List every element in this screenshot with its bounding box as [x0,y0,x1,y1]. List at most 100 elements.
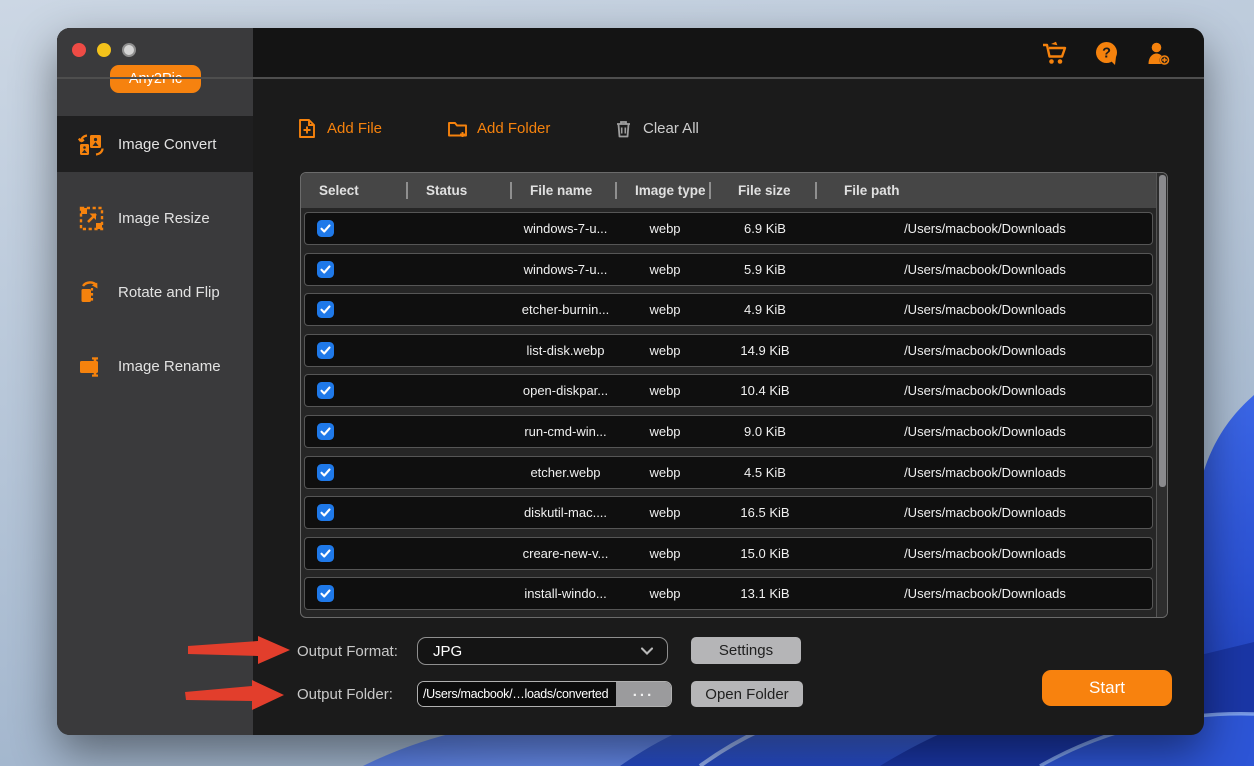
clear-all-button[interactable]: Clear All [613,112,699,144]
minimize-button[interactable] [97,43,111,57]
sidebar-item-rotate-and-flip[interactable]: Rotate and Flip [57,264,253,320]
window-controls [72,43,136,57]
open-folder-button[interactable]: Open Folder [691,681,803,707]
select-cell [305,220,409,237]
row-checkbox[interactable] [317,301,334,319]
table-body: windows-7-u... webp 6.9 KiB /Users/macbo… [301,208,1156,617]
row-checkbox[interactable] [317,463,334,481]
image-convert-icon [78,133,104,156]
file-size-cell: 16.5 KiB [740,505,790,521]
image-type-cell: webp [649,261,681,277]
close-button[interactable] [72,43,86,57]
sidebar-item-image-resize[interactable]: Image Resize [57,190,253,246]
table-row[interactable]: diskutil-mac.... webp 16.5 KiB /Users/ma… [304,496,1153,530]
file-size-cell: 14.9 KiB [740,342,790,358]
add-file-button[interactable]: Add File [297,112,382,144]
table-row[interactable]: run-cmd-win... webp 9.0 KiB /Users/macbo… [304,414,1153,448]
column-header-status: Status [408,173,512,208]
sidebar-item-label: Image Convert [118,135,217,153]
row-checkbox[interactable] [317,260,334,278]
select-cell [305,301,409,319]
scrollbar-thumb[interactable] [1158,175,1166,487]
desktop: Any2Pic Image Convert Image Resize Rotat… [0,0,1254,766]
output-format-select[interactable]: JPG [417,637,668,665]
row-checkbox[interactable] [317,422,334,440]
file-path-cell: /Users/macbook/Downloads [904,464,1066,480]
select-cell [305,382,409,400]
app-logo-badge: Any2Pic [110,65,201,93]
check-icon [320,589,331,598]
file-name-cell: creare-new-v... [522,545,609,561]
app-window: Any2Pic Image Convert Image Resize Rotat… [57,28,1204,735]
clear-all-label: Clear All [643,119,699,137]
table-row[interactable]: list-disk.webp webp 14.9 KiB /Users/macb… [304,333,1153,367]
file-size-cell: 10.4 KiB [740,383,790,399]
select-cell [305,463,409,481]
file-name-cell: run-cmd-win... [524,423,607,439]
file-path-cell: /Users/macbook/Downloads [904,383,1066,399]
browse-folder-button[interactable]: ... [616,682,671,706]
image-type-cell: webp [649,586,681,602]
sidebar-item-label: Image Resize [118,209,210,227]
file-path-cell: /Users/macbook/Downloads [904,221,1066,236]
table-row[interactable]: etcher-burnin... webp 4.9 KiB /Users/mac… [304,293,1153,327]
output-format-label: Output Format: [297,643,398,660]
trash-icon [617,120,630,137]
file-path-cell: /Users/macbook/Downloads [904,342,1066,358]
table-row[interactable]: windows-7-u... webp 5.9 KiB /Users/macbo… [304,252,1153,286]
add-folder-icon [448,121,467,137]
sidebar-item-image-rename[interactable]: Image Rename [57,338,253,394]
image-type-cell: webp [649,423,681,439]
file-table: Select Status File name Image type File … [300,172,1168,618]
zoom-button[interactable] [122,43,136,57]
file-path-cell: /Users/macbook/Downloads [904,505,1066,521]
output-folder-label: Output Folder: [297,686,393,703]
select-cell [305,422,409,440]
file-path-cell: /Users/macbook/Downloads [904,423,1066,439]
output-folder-value[interactable]: /Users/macbook/…loads/converted [418,682,616,706]
settings-button[interactable]: Settings [691,637,801,664]
table-row[interactable]: creare-new-v... webp 15.0 KiB /Users/mac… [304,536,1153,570]
add-file-label: Add File [327,119,383,137]
output-format-value: JPG [433,642,463,660]
select-cell [305,544,409,562]
row-checkbox[interactable] [317,341,334,359]
row-checkbox[interactable] [317,382,334,400]
file-size-cell: 5.9 KiB [744,261,786,277]
column-header-file-path: File path [844,183,900,198]
start-button[interactable]: Start [1042,670,1172,706]
output-folder-field[interactable]: /Users/macbook/…loads/converted ... [417,681,672,707]
check-icon [320,508,331,517]
cart-icon[interactable] [1041,40,1068,67]
row-checkbox[interactable] [317,220,334,237]
file-name-cell: open-diskpar... [522,383,609,399]
table-row[interactable]: install-windo... webp 13.1 KiB /Users/ma… [304,577,1153,611]
sidebar-item-label: Rotate and Flip [118,283,220,301]
row-checkbox[interactable] [317,585,334,603]
file-size-cell: 4.5 KiB [744,464,786,480]
table-header: Select Status File name Image type File … [301,173,1156,208]
add-folder-button[interactable]: Add Folder [447,112,550,144]
table-row[interactable]: open-diskpar... webp 10.4 KiB /Users/mac… [304,374,1153,408]
table-scrollbar[interactable] [1156,173,1167,617]
sidebar-item-image-convert[interactable]: Image Convert [57,116,253,172]
file-name-cell: diskutil-mac.... [523,505,608,521]
help-icon[interactable]: ? [1093,40,1120,67]
table-row[interactable]: etcher.webp webp 4.5 KiB /Users/macbook/… [304,455,1153,489]
image-type-cell: webp [649,383,681,399]
row-checkbox[interactable] [317,504,334,522]
file-size-cell: 9.0 KiB [744,423,786,439]
add-user-icon[interactable] [1145,40,1172,67]
image-type-cell: webp [649,545,681,561]
check-icon [320,427,331,436]
check-icon [320,549,331,558]
column-header-file-size: File size [711,173,817,208]
image-rename-icon [80,356,98,377]
row-checkbox[interactable] [317,544,334,562]
column-header-file-name: File name [512,173,617,208]
table-row[interactable]: windows-7-u... webp 6.9 KiB /Users/macbo… [304,212,1153,245]
column-header-image-type: Image type [617,173,711,208]
add-file-icon [299,118,315,138]
file-path-cell: /Users/macbook/Downloads [904,545,1066,561]
column-header-select: Select [301,173,408,208]
